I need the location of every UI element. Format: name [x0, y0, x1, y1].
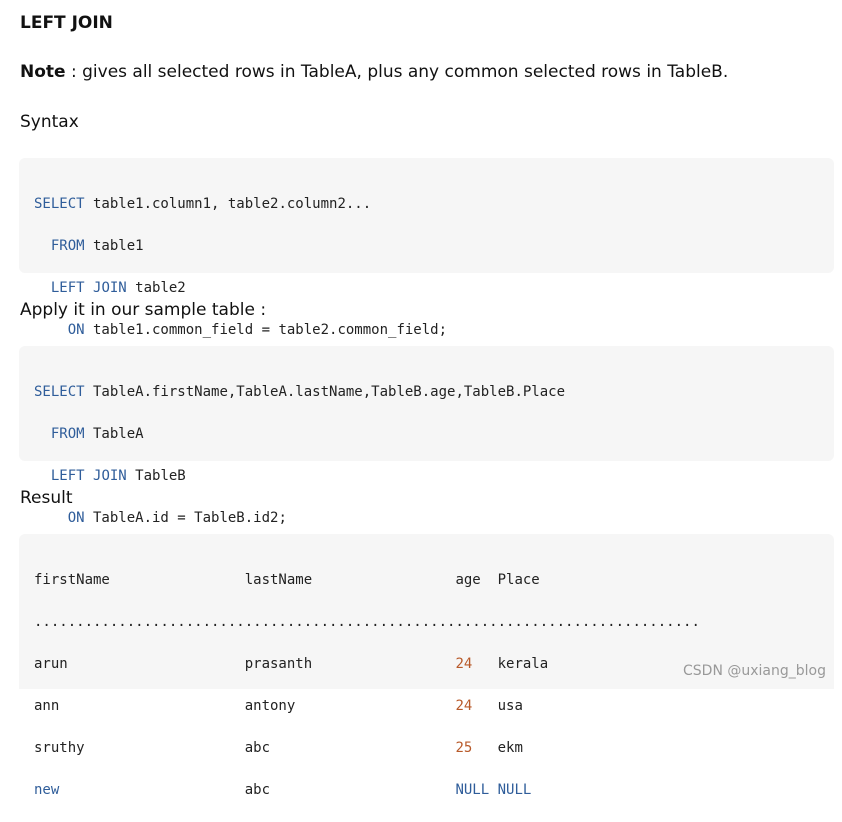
syntax-label: Syntax [20, 112, 79, 132]
cell-firstname: new [34, 782, 60, 798]
note-label: Note [20, 62, 66, 82]
cell-pad [59, 782, 244, 798]
cell-place: usa [472, 698, 523, 714]
watermark: CSDN @uxiang_blog [683, 663, 826, 679]
cell-firstname: arun [34, 656, 245, 672]
code-line: ON table1.common_field = table2.common_f… [34, 320, 819, 341]
note-paragraph: Note : gives all selected rows in TableA… [20, 62, 728, 82]
code-text: TableA [84, 426, 144, 442]
cell-age: NULL [455, 782, 490, 798]
cell-place: ekm [472, 740, 523, 756]
header-age: age [455, 572, 498, 588]
sql-keyword: JOIN [93, 280, 127, 296]
sql-keyword: SELECT [34, 384, 85, 400]
result-row: new abc NULL NULL [34, 780, 819, 801]
code-line: LEFT JOIN TableB [34, 466, 819, 487]
code-line: FROM TableA [34, 424, 819, 445]
cell-lastname: abc [244, 740, 456, 756]
note-text: : gives all selected rows in TableA, plu… [65, 62, 729, 82]
result-separator: ........................................… [34, 614, 700, 630]
result-row: ann antony 24 usa [34, 696, 819, 717]
sql-keyword: JOIN [93, 468, 127, 484]
section-heading: LEFT JOIN [20, 13, 113, 33]
cell-lastname: antony [244, 698, 456, 714]
header-place: Place [497, 572, 540, 588]
code-line: SELECT table1.column1, table2.column2... [34, 194, 819, 215]
code-line: SELECT TableA.firstName,TableA.lastName,… [34, 382, 819, 403]
result-row: sruthy abc 25 ekm [34, 738, 819, 759]
sql-keyword: LEFT [50, 280, 85, 296]
cell-place: kerala [472, 656, 549, 672]
code-text: table2 [126, 280, 186, 296]
result-label: Result [20, 488, 73, 508]
code-text: table1 [84, 238, 144, 254]
sql-keyword: ON [67, 322, 85, 338]
cell-lastname: prasanth [244, 656, 456, 672]
code-text: table1.column1, table2.column2... [84, 196, 372, 212]
sql-keyword: LEFT [50, 468, 85, 484]
syntax-code-block: SELECT table1.column1, table2.column2...… [19, 158, 834, 338]
sample-code-block: SELECT TableA.firstName,TableA.lastName,… [19, 346, 834, 526]
code-text: TableA.id = TableB.id2; [84, 510, 287, 526]
header-lastname: lastName [244, 572, 456, 588]
code-text: table1.common_field = table2.common_fiel… [84, 322, 448, 338]
apply-label: Apply it in our sample table : [20, 300, 267, 320]
cell-age: 24 [455, 698, 473, 714]
code-line: FROM table1 [34, 236, 819, 257]
cell-place: NULL [489, 782, 532, 798]
cell-age: 25 [455, 740, 473, 756]
sql-keyword: FROM [50, 426, 85, 442]
header-firstname: firstName [34, 572, 245, 588]
cell-firstname: ann [34, 698, 245, 714]
cell-lastname: abc [244, 782, 456, 798]
sql-keyword: FROM [50, 238, 85, 254]
result-header-row: firstName lastName age Place [34, 570, 819, 591]
cell-firstname: sruthy [34, 740, 245, 756]
sql-keyword: SELECT [34, 196, 85, 212]
code-text: TableB [126, 468, 186, 484]
sql-keyword: ON [67, 510, 85, 526]
code-text: TableA.firstName,TableA.lastName,TableB.… [84, 384, 566, 400]
code-line: ON TableA.id = TableB.id2; [34, 508, 819, 529]
code-line: LEFT JOIN table2 [34, 278, 819, 299]
cell-age: 24 [455, 656, 473, 672]
